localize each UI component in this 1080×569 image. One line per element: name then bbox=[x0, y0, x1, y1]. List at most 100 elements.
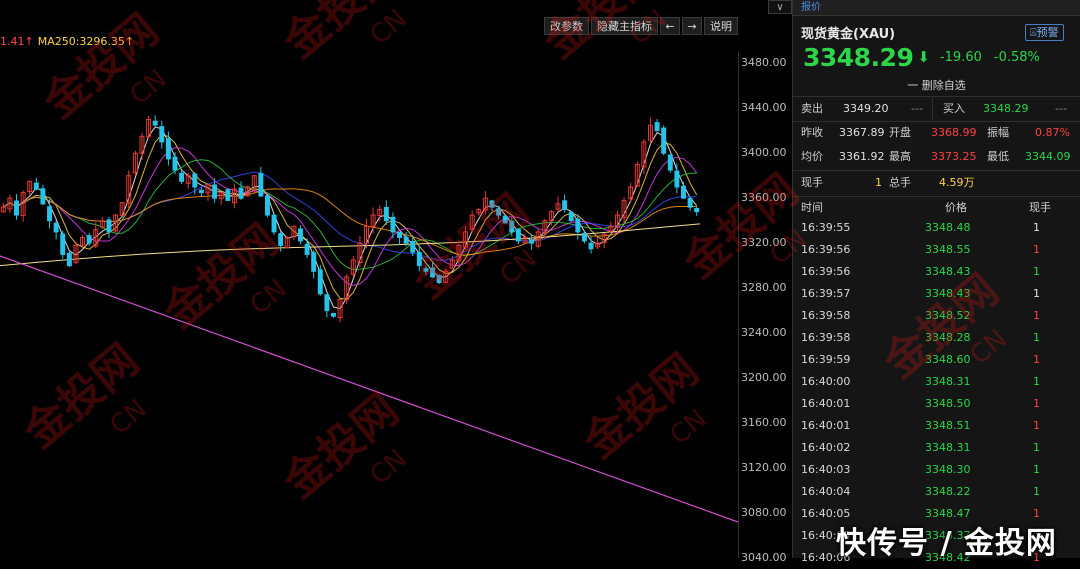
bell-icon: ⍓ bbox=[1030, 26, 1037, 39]
amplitude-value: 0.87% bbox=[1035, 126, 1070, 139]
tick-price: 3348.43 bbox=[925, 265, 971, 278]
candle-body bbox=[694, 207, 700, 213]
alert-button[interactable]: ⍓预警 bbox=[1025, 24, 1064, 41]
tick-vol: 1 bbox=[1033, 441, 1040, 454]
total-vol-value: 4.59万 bbox=[939, 176, 975, 189]
bid-ask-row: 卖出 3349.20 --- 买入 3348.29 --- bbox=[793, 98, 1080, 120]
candle-body bbox=[410, 240, 416, 253]
collapse-icon[interactable]: ∨ bbox=[768, 0, 792, 14]
ma-line bbox=[3, 134, 698, 300]
sell-label: 卖出 bbox=[801, 102, 823, 115]
cur-vol-label: 现手 bbox=[801, 176, 823, 189]
tick-time: 16:40:00 bbox=[801, 375, 851, 388]
candle-body bbox=[278, 233, 284, 246]
candle-body bbox=[383, 206, 389, 222]
y-axis-divider bbox=[738, 52, 739, 558]
ma-line bbox=[3, 147, 698, 286]
tick-time: 16:39:57 bbox=[801, 287, 851, 300]
tick-vol: 1 bbox=[1033, 419, 1040, 432]
y-tick-label: 3360.00 bbox=[741, 191, 787, 205]
alert-label: 预警 bbox=[1036, 26, 1059, 39]
stats-row-2: 均价 3361.92 最高 3373.25 最低 3344.09 bbox=[793, 146, 1080, 168]
candle-body bbox=[66, 252, 72, 267]
down-arrow-icon: ⬇ bbox=[917, 48, 930, 66]
tick-vol: 1 bbox=[1033, 287, 1040, 300]
tick-time: 16:40:01 bbox=[801, 397, 851, 410]
stats-row-1: 昨收 3367.89 开盘 3368.99 振幅 0.87% bbox=[793, 122, 1080, 144]
help-button[interactable]: 说明 bbox=[704, 17, 738, 35]
y-tick-label: 3080.00 bbox=[741, 506, 787, 520]
candle-body bbox=[271, 214, 277, 233]
candle-body bbox=[423, 268, 429, 272]
tick-price: 3348.52 bbox=[925, 309, 971, 322]
sell-extra: --- bbox=[911, 102, 923, 115]
volume-row: 现手 1 总手 4.59万 bbox=[793, 172, 1080, 194]
candle-body bbox=[304, 243, 310, 255]
price-change: -19.60 bbox=[939, 49, 982, 65]
tick-row: 16:39:59 3348.60 1 bbox=[793, 349, 1080, 371]
tick-row: 16:40:01 3348.50 1 bbox=[793, 393, 1080, 415]
high-value: 3373.25 bbox=[931, 150, 977, 163]
candle-body bbox=[575, 218, 581, 233]
kline-chart-area[interactable]: ∨ 1.41↑ MA250:3296.35↑ 改参数 隐藏主指标 ← → 说明 3… bbox=[0, 0, 792, 564]
tick-row: 16:39:58 3348.52 1 bbox=[793, 305, 1080, 327]
candle-body bbox=[436, 275, 442, 284]
candle-body bbox=[581, 232, 587, 242]
avg-value: 3361.92 bbox=[839, 150, 885, 163]
candlestick-plot[interactable] bbox=[0, 52, 738, 558]
y-tick-label: 3400.00 bbox=[741, 146, 787, 160]
tick-row: 16:40:04 3348.22 1 bbox=[793, 481, 1080, 503]
footer-watermark: 快传号 / 金投网 bbox=[836, 526, 1057, 561]
candle-body bbox=[317, 269, 323, 295]
ma-legend-value-1: 1.41↑ bbox=[0, 35, 34, 48]
chart-toolbar: 改参数 隐藏主指标 ← → 说明 bbox=[544, 17, 738, 35]
candle-body bbox=[179, 172, 185, 182]
candle-body bbox=[311, 252, 317, 272]
tick-vol: 1 bbox=[1033, 485, 1040, 498]
tick-row: 16:39:55 3348.48 1 bbox=[793, 217, 1080, 239]
candle-body bbox=[509, 220, 515, 233]
candle-body bbox=[390, 216, 396, 233]
buy-price: 3348.29 bbox=[983, 102, 1029, 115]
remove-watchlist-button[interactable]: 一 删除自选 bbox=[793, 77, 1080, 93]
ma-line bbox=[3, 159, 697, 270]
tick-row: 16:40:00 3348.31 1 bbox=[793, 371, 1080, 393]
candle-body bbox=[47, 206, 53, 222]
candle-body bbox=[152, 120, 158, 126]
candle-body bbox=[86, 235, 92, 244]
candlesticks bbox=[0, 115, 700, 323]
candle-body bbox=[165, 138, 171, 160]
change-params-button[interactable]: 改参数 bbox=[544, 17, 589, 35]
tick-price: 3348.31 bbox=[925, 375, 971, 388]
tick-price: 3348.60 bbox=[925, 353, 971, 366]
ma250-legend: MA250:3296.35↑ bbox=[37, 35, 135, 48]
arrow-right-icon[interactable]: → bbox=[682, 17, 702, 35]
tick-time: 16:40:04 bbox=[801, 485, 851, 498]
candle-body bbox=[687, 197, 693, 208]
tick-price: 3348.30 bbox=[925, 463, 971, 476]
arrow-left-icon[interactable]: ← bbox=[660, 17, 680, 35]
candle-body bbox=[568, 211, 574, 222]
hide-main-indicator-button[interactable]: 隐藏主指标 bbox=[591, 17, 658, 35]
candle-body bbox=[60, 233, 66, 255]
candle-body bbox=[397, 231, 403, 239]
candle-body bbox=[198, 189, 204, 194]
candle-body bbox=[297, 228, 303, 242]
tick-time: 16:39:56 bbox=[801, 265, 851, 278]
candle-body bbox=[264, 195, 270, 216]
candle-body bbox=[515, 228, 521, 242]
tick-vol: 1 bbox=[1033, 309, 1040, 322]
candle-body bbox=[430, 267, 436, 278]
candle-body bbox=[14, 200, 19, 216]
tick-row: 16:40:01 3348.51 1 bbox=[793, 415, 1080, 437]
candle-body bbox=[258, 172, 264, 197]
tick-price: 3348.31 bbox=[925, 441, 971, 454]
tick-vol: 1 bbox=[1033, 375, 1040, 388]
prev-close-value: 3367.89 bbox=[839, 126, 885, 139]
tick-header-time: 时间 bbox=[801, 201, 823, 214]
tick-time: 16:39:58 bbox=[801, 331, 851, 344]
tab-quote[interactable]: 报价 bbox=[793, 0, 1080, 16]
candle-body bbox=[159, 126, 165, 143]
high-label: 最高 bbox=[889, 150, 911, 163]
tick-time: 16:39:59 bbox=[801, 353, 851, 366]
